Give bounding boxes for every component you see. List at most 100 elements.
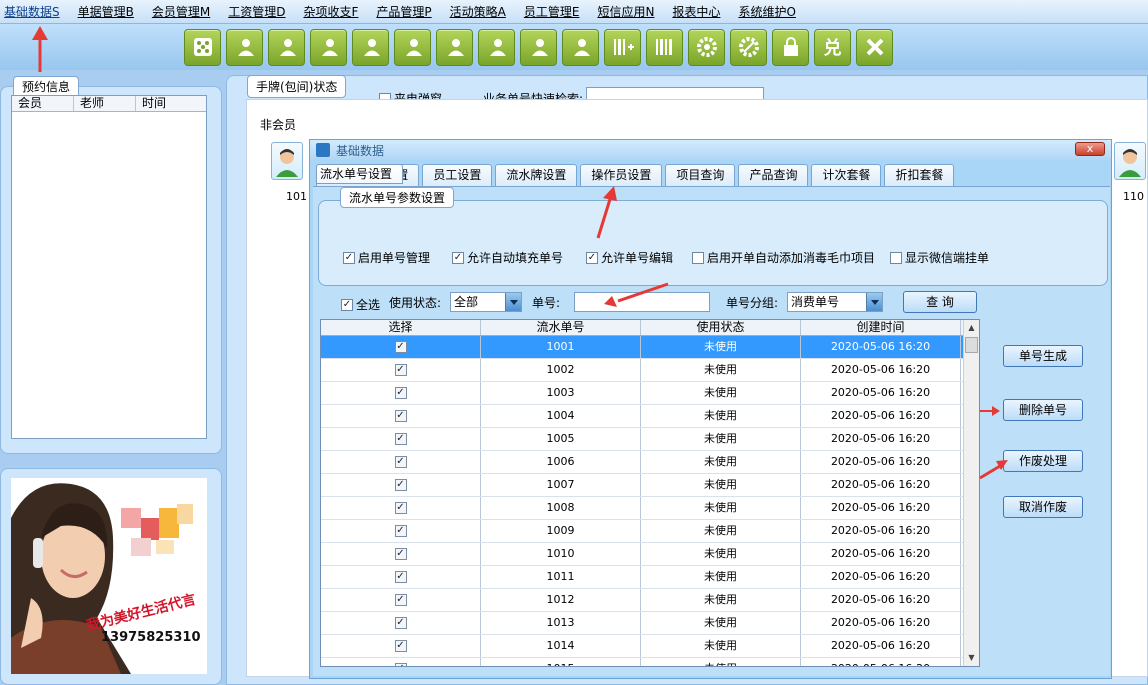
user-add-icon[interactable] bbox=[352, 28, 389, 66]
col-time[interactable]: 时间 bbox=[136, 96, 206, 111]
row-select-cell[interactable]: ✓ bbox=[321, 474, 481, 496]
tab-5[interactable]: 项目查询 bbox=[665, 164, 736, 186]
menu-item-9[interactable]: 报表中心 bbox=[672, 3, 720, 20]
row-checkbox[interactable]: ✓ bbox=[394, 387, 407, 399]
chevron-down-icon[interactable] bbox=[866, 293, 882, 311]
col-select[interactable]: 选择 bbox=[321, 320, 481, 335]
table-row[interactable]: ✓ 1007 未使用 2020-05-06 16:20 bbox=[321, 474, 979, 497]
table-row[interactable]: ✓ 1012 未使用 2020-05-06 16:20 bbox=[321, 589, 979, 612]
query-button[interactable]: 查 询 bbox=[903, 291, 977, 313]
settings-icon[interactable] bbox=[730, 28, 767, 66]
dialog-titlebar[interactable]: 基础数据 bbox=[310, 140, 1111, 160]
row-checkbox[interactable]: ✓ bbox=[394, 663, 407, 666]
row-checkbox[interactable]: ✓ bbox=[394, 433, 407, 445]
option-checkbox-2[interactable]: ✓ 允许单号编辑 bbox=[586, 249, 673, 266]
row-select-cell[interactable]: ✓ bbox=[321, 336, 481, 358]
row-select-cell[interactable]: ✓ bbox=[321, 566, 481, 588]
menu-item-5[interactable]: 产品管理P bbox=[376, 3, 431, 20]
row-checkbox[interactable]: ✓ bbox=[394, 594, 407, 606]
row-select-cell[interactable]: ✓ bbox=[321, 382, 481, 404]
group-select[interactable]: 消费单号 bbox=[787, 292, 883, 312]
row-checkbox[interactable]: ✓ bbox=[394, 364, 407, 376]
option-checkbox-box[interactable]: ✓ bbox=[343, 251, 355, 264]
user-search-icon[interactable] bbox=[394, 28, 431, 66]
tab-8[interactable]: 折扣套餐 bbox=[884, 164, 955, 186]
tab-3[interactable]: 流水单号设置 bbox=[316, 164, 404, 184]
generate-number-button[interactable]: 单号生成 bbox=[1003, 345, 1083, 367]
option-checkbox-box[interactable] bbox=[692, 251, 704, 264]
user-star-icon[interactable] bbox=[562, 28, 599, 66]
row-select-cell[interactable]: ✓ bbox=[321, 589, 481, 611]
table-row[interactable]: ✓ 1003 未使用 2020-05-06 16:20 bbox=[321, 382, 979, 405]
reservation-table[interactable]: 会员 老师 时间 bbox=[11, 95, 207, 439]
row-checkbox[interactable]: ✓ bbox=[394, 617, 407, 629]
row-checkbox[interactable]: ✓ bbox=[394, 479, 407, 491]
table-row[interactable]: ✓ 1001 未使用 2020-05-06 16:20 bbox=[321, 336, 979, 359]
status-select[interactable]: 全部 bbox=[450, 292, 522, 312]
grid-scrollbar[interactable]: ▲ ▼ bbox=[963, 320, 979, 666]
serial-number-grid[interactable]: 选择 流水单号 使用状态 创建时间 ✓ 1001 未使用 2020-05-06 16:… bbox=[320, 319, 980, 667]
option-checkbox-4[interactable]: 显示微信端挂单 bbox=[890, 249, 989, 266]
col-member[interactable]: 会员 bbox=[12, 96, 74, 111]
row-checkbox[interactable]: ✓ bbox=[394, 640, 407, 652]
option-checkbox-box[interactable]: ✓ bbox=[452, 251, 464, 264]
menu-item-0[interactable]: 基础数据S bbox=[4, 3, 60, 20]
barcode-add-icon[interactable] bbox=[604, 28, 641, 66]
lock-icon[interactable] bbox=[772, 28, 809, 66]
tab-6[interactable]: 产品查询 bbox=[738, 164, 809, 186]
cancel-void-button[interactable]: 取消作废 bbox=[1003, 496, 1083, 518]
table-row[interactable]: ✓ 1005 未使用 2020-05-06 16:20 bbox=[321, 428, 979, 451]
user-download-icon[interactable] bbox=[478, 28, 515, 66]
barcode-icon[interactable] bbox=[646, 28, 683, 66]
menu-item-10[interactable]: 系统维护O bbox=[738, 3, 795, 20]
row-select-cell[interactable]: ✓ bbox=[321, 543, 481, 565]
table-row[interactable]: ✓ 1002 未使用 2020-05-06 16:20 bbox=[321, 359, 979, 382]
user-clock-icon[interactable] bbox=[268, 28, 305, 66]
select-all-checkbox[interactable]: ✓ 全选 bbox=[341, 296, 380, 313]
scroll-thumb[interactable] bbox=[965, 337, 978, 353]
user-check-icon[interactable] bbox=[436, 28, 473, 66]
table-row[interactable]: ✓ 1009 未使用 2020-05-06 16:20 bbox=[321, 520, 979, 543]
gear-icon[interactable] bbox=[688, 28, 725, 66]
row-checkbox[interactable]: ✓ bbox=[394, 571, 407, 583]
menu-item-1[interactable]: 单据管理B bbox=[78, 3, 134, 20]
col-number[interactable]: 流水单号 bbox=[481, 320, 641, 335]
row-checkbox[interactable]: ✓ bbox=[394, 341, 407, 353]
menu-item-7[interactable]: 员工管理E bbox=[524, 3, 580, 20]
menu-item-8[interactable]: 短信应用N bbox=[597, 3, 654, 20]
table-row[interactable]: ✓ 1006 未使用 2020-05-06 16:20 bbox=[321, 451, 979, 474]
table-row[interactable]: ✓ 1013 未使用 2020-05-06 16:20 bbox=[321, 612, 979, 635]
col-status[interactable]: 使用状态 bbox=[641, 320, 801, 335]
table-row[interactable]: ✓ 1008 未使用 2020-05-06 16:20 bbox=[321, 497, 979, 520]
menu-item-2[interactable]: 会员管理M bbox=[152, 3, 210, 20]
row-checkbox[interactable]: ✓ bbox=[394, 410, 407, 422]
menu-item-4[interactable]: 杂项收支F bbox=[303, 3, 358, 20]
row-select-cell[interactable]: ✓ bbox=[321, 658, 481, 666]
row-select-cell[interactable]: ✓ bbox=[321, 635, 481, 657]
exchange-icon[interactable]: 兑 bbox=[814, 28, 851, 66]
scroll-up-icon[interactable]: ▲ bbox=[964, 320, 979, 336]
row-select-cell[interactable]: ✓ bbox=[321, 612, 481, 634]
menu-item-3[interactable]: 工资管理D bbox=[228, 3, 285, 20]
option-checkbox-3[interactable]: 启用开单自动添加消毒毛巾项目 bbox=[692, 249, 875, 266]
table-row[interactable]: ✓ 1004 未使用 2020-05-06 16:20 bbox=[321, 405, 979, 428]
col-teacher[interactable]: 老师 bbox=[74, 96, 136, 111]
user-gear-icon[interactable] bbox=[226, 28, 263, 66]
tab-4[interactable]: 操作员设置 bbox=[580, 164, 663, 186]
tab-2[interactable]: 流水牌设置 bbox=[495, 164, 578, 186]
chevron-down-icon[interactable] bbox=[505, 293, 521, 311]
table-row[interactable]: ✓ 1015未使用2020-05-06 16:20 bbox=[321, 658, 979, 666]
row-checkbox[interactable]: ✓ bbox=[394, 525, 407, 537]
main-tab-title[interactable]: 手牌(包间)状态 bbox=[247, 75, 347, 98]
row-checkbox[interactable]: ✓ bbox=[394, 502, 407, 514]
room-card-110[interactable] bbox=[1114, 142, 1146, 180]
scroll-down-icon[interactable]: ▼ bbox=[964, 650, 979, 666]
user-upload-icon[interactable] bbox=[520, 28, 557, 66]
tab-7[interactable]: 计次套餐 bbox=[811, 164, 882, 186]
void-button[interactable]: 作废处理 bbox=[1003, 450, 1083, 472]
table-row[interactable]: ✓ 1011 未使用 2020-05-06 16:20 bbox=[321, 566, 979, 589]
row-checkbox[interactable]: ✓ bbox=[394, 548, 407, 560]
row-select-cell[interactable]: ✓ bbox=[321, 520, 481, 542]
row-select-cell[interactable]: ✓ bbox=[321, 405, 481, 427]
row-select-cell[interactable]: ✓ bbox=[321, 359, 481, 381]
